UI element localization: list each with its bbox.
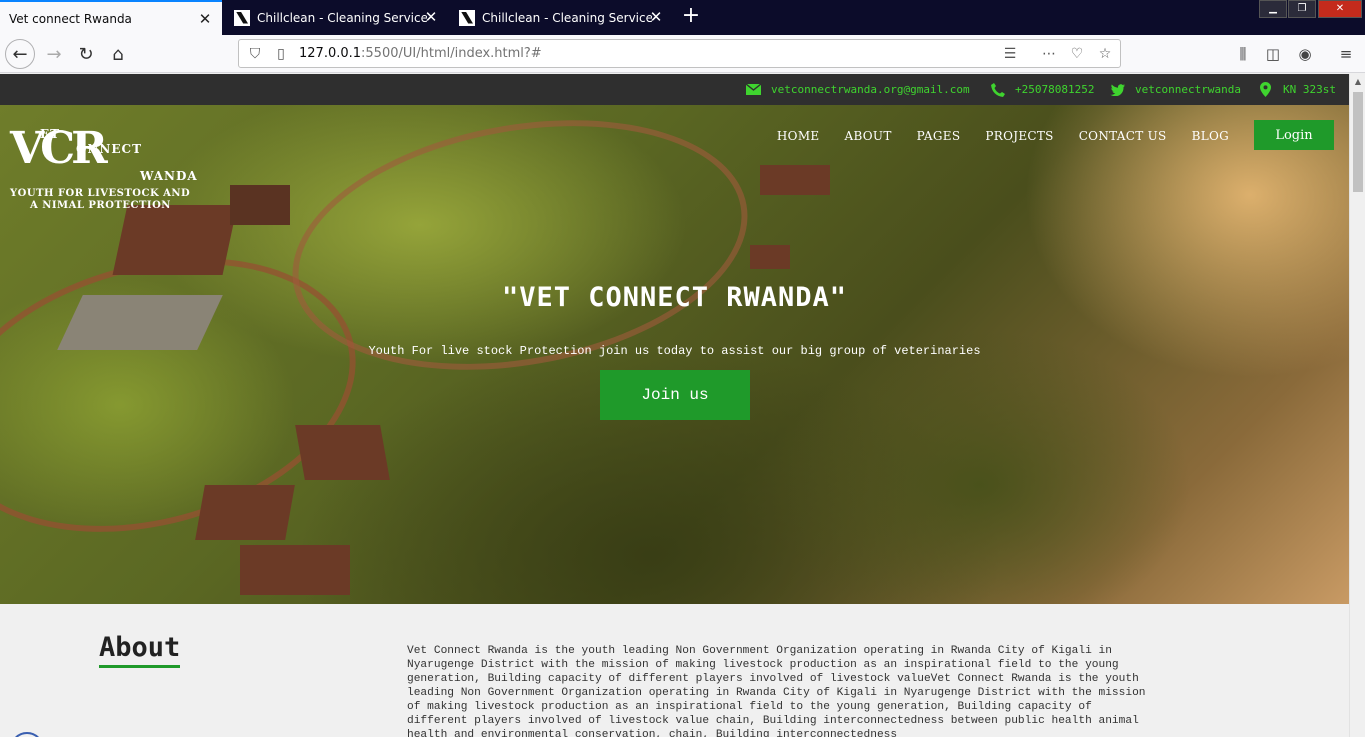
account-icon[interactable]: ◉	[1295, 44, 1315, 64]
hero-building-shape	[195, 485, 295, 540]
menu-icon[interactable]: ≡	[1336, 44, 1356, 64]
logo-word-rwanda: WANDA	[140, 169, 198, 183]
site-logo[interactable]: VCR ET ONNECT WANDA YOUTH FOR LIVESTOCK …	[10, 127, 235, 217]
reload-icon[interactable]: ↻	[71, 39, 101, 69]
phone-icon	[990, 82, 1005, 97]
page-info-icon[interactable]: ▯	[272, 45, 290, 63]
url-text[interactable]: 127.0.0.1:5500/UI/html/index.html?#	[299, 46, 542, 61]
nav-about[interactable]: ABOUT	[844, 129, 891, 143]
scrollbar-thumb[interactable]	[1353, 92, 1363, 192]
address-bar[interactable]: ⛉ ▯ 127.0.0.1:5500/UI/html/index.html?# …	[238, 39, 1121, 68]
about-heading: About	[99, 632, 181, 668]
hero-banner: VCR ET ONNECT WANDA YOUTH FOR LIVESTOCK …	[0, 105, 1349, 604]
nav-blog[interactable]: BLOG	[1192, 129, 1229, 143]
hero-title: "VET CONNECT RWANDA"	[501, 282, 848, 313]
join-us-button[interactable]: Join us	[600, 370, 750, 420]
tab-title: Vet connect Rwanda	[9, 11, 132, 26]
library-icon[interactable]: ⫼	[1233, 44, 1253, 64]
browser-toolbar: ← → ↻ ⌂ ⛉ ▯ 127.0.0.1:5500/UI/html/index…	[0, 35, 1365, 73]
bookmark-star-icon[interactable]: ☆	[1096, 45, 1114, 63]
main-nav: HOME ABOUT PAGES PROJECTS CONTACT US BLO…	[777, 129, 1229, 143]
url-host: 127.0.0.1	[299, 46, 362, 61]
close-tab-icon[interactable]: ✕	[649, 10, 663, 25]
reader-view-icon[interactable]: ☰	[1001, 45, 1019, 63]
contact-strip: vetconnectrwanda.org@gmail.com +25078081…	[0, 74, 1349, 105]
sidebar-icon[interactable]: ◫	[1263, 44, 1283, 64]
contact-location[interactable]: KN 323st	[1258, 82, 1336, 97]
close-tab-icon[interactable]: ✕	[424, 10, 438, 25]
nav-projects[interactable]: PROJECTS	[985, 129, 1053, 143]
contact-email[interactable]: vetconnectrwanda.org@gmail.com	[746, 82, 970, 97]
site-favicon-icon	[459, 9, 475, 26]
about-section: About Vet Connect Rwanda is the youth le…	[0, 604, 1349, 737]
browser-tab-bar: Vet connect Rwanda ✕ Chillclean - Cleani…	[0, 0, 1365, 35]
close-tab-icon[interactable]: ✕	[198, 12, 212, 27]
about-text: Vet Connect Rwanda is the youth leading …	[407, 645, 1146, 737]
hero-subtitle: Youth For live stock Protection join us …	[368, 344, 981, 358]
nav-home[interactable]: HOME	[777, 129, 820, 143]
map-pin-icon	[1258, 82, 1273, 97]
new-tab-button[interactable]: +	[681, 5, 701, 27]
forward-arrow-icon[interactable]: →	[39, 39, 69, 69]
contact-phone[interactable]: +25078081252	[990, 82, 1094, 97]
hero-building-shape	[240, 545, 350, 595]
page-actions-icon[interactable]: ⋯	[1040, 45, 1058, 63]
nav-pages[interactable]: PAGES	[917, 129, 961, 143]
maximize-window-button[interactable]: ❐	[1288, 0, 1316, 18]
back-arrow-icon[interactable]: ←	[5, 39, 35, 69]
logo-tagline: A NIMAL PROTECTION	[30, 200, 171, 211]
envelope-icon	[746, 82, 761, 97]
site-favicon-icon	[234, 9, 250, 26]
home-icon[interactable]: ⌂	[103, 39, 133, 69]
logo-word-vet: ET	[40, 127, 61, 141]
location-text: KN 323st	[1283, 83, 1336, 96]
page-scrollbar[interactable]: ▲	[1349, 74, 1365, 737]
logo-word-connect: ONNECT	[76, 142, 143, 156]
nav-contact-us[interactable]: CONTACT US	[1079, 129, 1167, 143]
chat-widget-icon[interactable]	[10, 732, 44, 737]
twitter-icon	[1110, 82, 1125, 97]
scroll-up-icon[interactable]: ▲	[1350, 74, 1365, 90]
pocket-icon[interactable]: ♡	[1068, 45, 1086, 63]
login-button[interactable]: Login	[1254, 120, 1334, 150]
hero-building-shape	[230, 185, 290, 225]
tab-title: Chillclean - Cleaning Services H	[257, 10, 427, 25]
hero-building-shape	[760, 165, 830, 195]
url-path: :5500/UI/html/index.html?#	[361, 46, 542, 61]
page-viewport: vetconnectrwanda.org@gmail.com +25078081…	[0, 74, 1349, 737]
hero-building-shape	[750, 245, 790, 269]
tab-title: Chillclean - Cleaning Services H	[482, 10, 652, 25]
twitter-text: vetconnectrwanda	[1135, 83, 1241, 96]
minimize-window-button[interactable]: ▁	[1259, 0, 1287, 18]
shield-icon[interactable]: ⛉	[246, 45, 264, 63]
close-window-button[interactable]: ✕	[1318, 0, 1362, 18]
tab-vet-connect[interactable]: Vet connect Rwanda ✕	[0, 0, 222, 35]
logo-tagline: YOUTH FOR LIVESTOCK AND	[10, 188, 191, 199]
tab-chillclean-1[interactable]: Chillclean - Cleaning Services H ✕	[226, 0, 448, 35]
tab-chillclean-2[interactable]: Chillclean - Cleaning Services H ✕	[451, 0, 673, 35]
hero-building-shape	[295, 425, 390, 480]
email-text: vetconnectrwanda.org@gmail.com	[771, 83, 970, 96]
phone-text: +25078081252	[1015, 83, 1095, 96]
contact-twitter[interactable]: vetconnectrwanda	[1110, 82, 1241, 97]
